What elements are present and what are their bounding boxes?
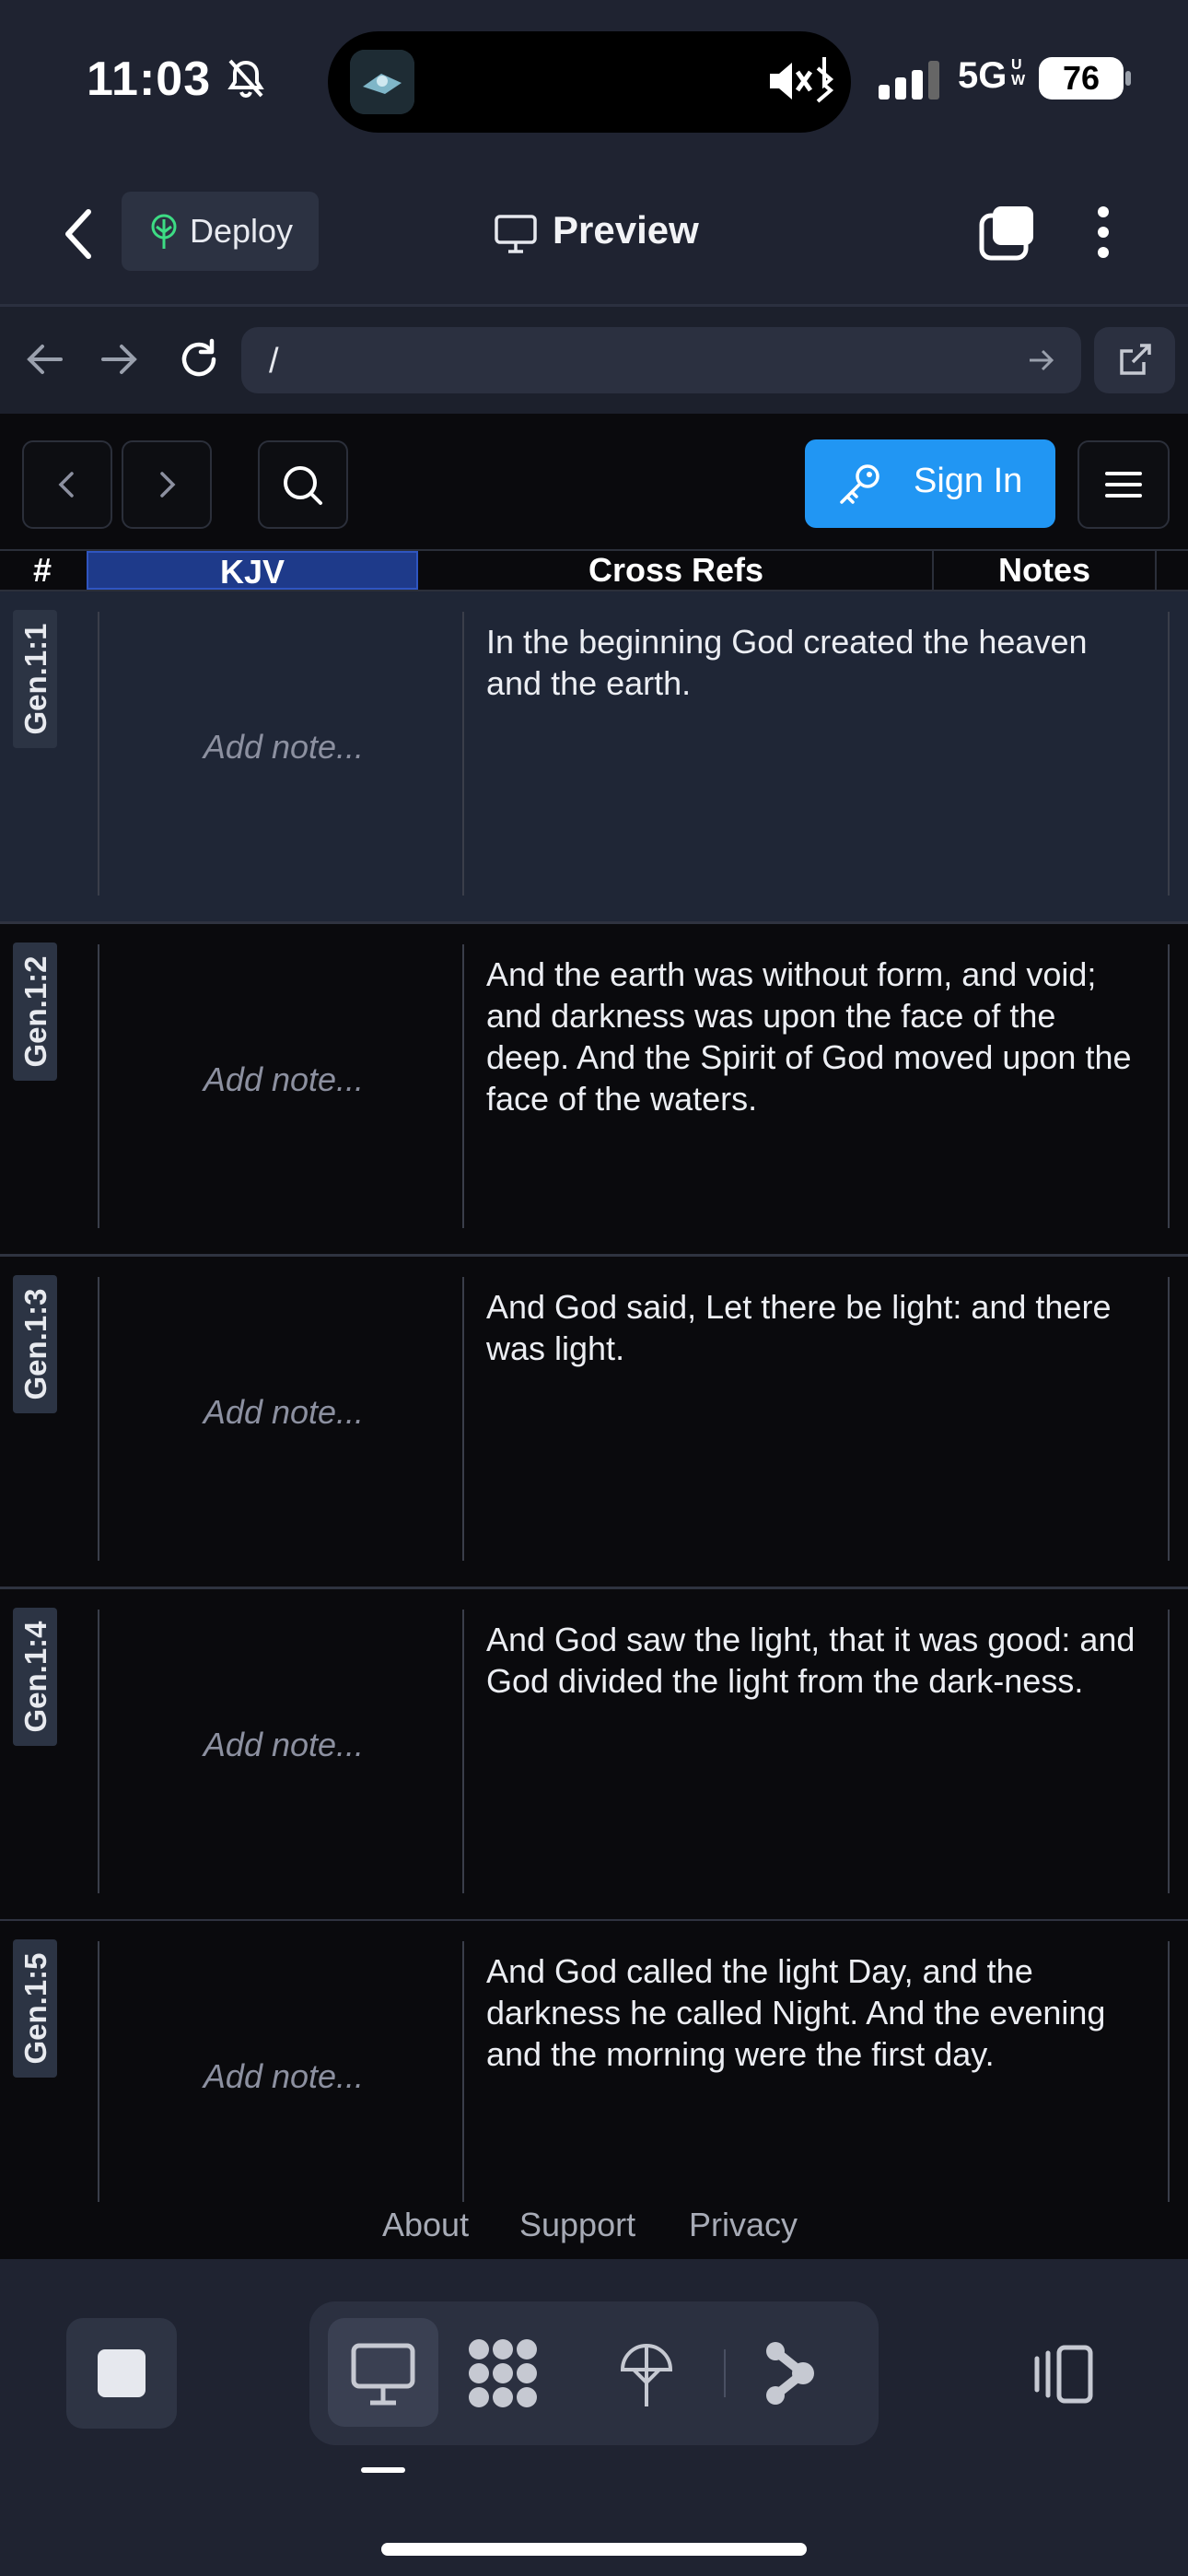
add-note-field[interactable]: Add note...	[103, 1726, 464, 1764]
chevron-left-icon	[58, 472, 74, 498]
arrow-right-icon[interactable]	[99, 341, 140, 382]
column-number: #	[32, 551, 52, 589]
divider	[98, 612, 99, 896]
previous-button[interactable]	[22, 440, 112, 529]
footer-link-about[interactable]: About	[382, 2206, 469, 2244]
speaker-mute-icon	[766, 57, 836, 110]
verse-row[interactable]: Gen.1:2 Add note... And the earth was wi…	[0, 924, 1188, 1257]
more-vertical-icon[interactable]	[1092, 205, 1114, 260]
app-icon	[350, 50, 414, 114]
verse-text: In the beginning God created the heaven …	[486, 623, 1088, 702]
divider	[462, 612, 464, 896]
share-icon[interactable]	[764, 2340, 816, 2411]
verse-row[interactable]: Gen.1:1 Add note... In the beginning God…	[0, 591, 1188, 924]
divider	[724, 2349, 726, 2397]
stop-icon	[98, 2349, 146, 2397]
divider	[1168, 944, 1170, 1228]
back-button[interactable]	[55, 206, 101, 262]
divider	[1168, 1277, 1170, 1561]
desktop-mode-button[interactable]	[328, 2318, 438, 2427]
key-icon	[838, 463, 882, 510]
url-text: /	[269, 342, 279, 381]
divider	[462, 1610, 464, 1893]
open-external-button[interactable]	[1094, 327, 1175, 393]
verse-text: And God said, Let there be light: and th…	[486, 1288, 1112, 1367]
verse-text: And God called the light Day, and the da…	[486, 1952, 1106, 2073]
search-icon	[284, 466, 322, 505]
verse-ref: Gen.1:1	[18, 623, 52, 735]
verse-row[interactable]: Gen.1:3 Add note... And God said, Let th…	[0, 1257, 1188, 1589]
url-input[interactable]: /	[241, 327, 1081, 393]
stop-button[interactable]	[66, 2318, 177, 2429]
verse-ref-tag: Gen.1:1	[13, 610, 57, 748]
verse-text: And God saw the light, that it was good:…	[486, 1621, 1136, 1700]
add-note-field[interactable]: Add note...	[103, 2057, 464, 2096]
verse-ref-tag: Gen.1:5	[13, 1939, 57, 2078]
deploy-tree-icon	[147, 214, 181, 255]
external-link-icon	[1120, 344, 1151, 375]
dynamic-island	[328, 31, 851, 133]
search-button[interactable]	[258, 440, 348, 529]
divider	[462, 944, 464, 1228]
verse-ref-tag: Gen.1:4	[13, 1608, 57, 1746]
desktop-icon	[351, 2343, 415, 2406]
network-subtype: UW	[1011, 57, 1026, 88]
divider	[98, 944, 99, 1228]
verse-ref: Gen.1:2	[18, 955, 52, 1068]
add-note-field[interactable]: Add note...	[103, 1393, 464, 1432]
arrow-left-icon[interactable]	[24, 341, 64, 382]
grid-icon[interactable]	[466, 2336, 540, 2415]
sign-in-label: Sign In	[914, 462, 1023, 500]
monitor-icon	[494, 214, 538, 259]
battery-nub	[1125, 71, 1131, 86]
footer-link-privacy[interactable]: Privacy	[689, 2206, 798, 2244]
footer-link-support[interactable]: Support	[519, 2206, 635, 2244]
battery-level: 76	[1039, 57, 1124, 100]
verse-ref-tag: Gen.1:2	[13, 943, 57, 1081]
divider	[98, 1941, 99, 2202]
status-time: 11:03	[87, 53, 212, 106]
tree-icon[interactable]	[617, 2338, 676, 2413]
divider	[1168, 1610, 1170, 1893]
verse-ref: Gen.1:3	[18, 1288, 52, 1400]
deploy-button[interactable]: Deploy	[122, 192, 319, 271]
chevron-left-icon	[65, 209, 91, 259]
bell-slash-icon	[225, 57, 267, 104]
signal-icon	[879, 61, 945, 104]
next-button[interactable]	[122, 440, 212, 529]
reload-icon[interactable]	[177, 337, 221, 386]
go-arrow-icon[interactable]	[1026, 345, 1057, 380]
sign-in-button[interactable]: Sign In	[805, 439, 1055, 528]
divider	[462, 1277, 464, 1561]
verse-row[interactable]: Gen.1:5 Add note... And God called the l…	[0, 1921, 1188, 2204]
divider	[1168, 612, 1170, 896]
divider	[462, 1941, 464, 2202]
hamburger-icon	[1105, 472, 1142, 498]
verse-ref: Gen.1:4	[18, 1621, 52, 1733]
bluetooth-icon	[816, 57, 834, 103]
page-indicator	[361, 2467, 405, 2473]
column-cross-refs[interactable]: Cross Refs	[420, 551, 934, 590]
add-note-field[interactable]: Add note...	[103, 728, 464, 767]
verse-text: And the earth was without form, and void…	[486, 955, 1132, 1118]
deploy-label: Deploy	[190, 212, 294, 250]
divider	[98, 1610, 99, 1893]
divider	[1168, 1941, 1170, 2202]
verse-row[interactable]: Gen.1:4 Add note... And God saw the ligh…	[0, 1589, 1188, 1922]
menu-button[interactable]	[1077, 440, 1170, 529]
verse-ref: Gen.1:5	[18, 1952, 52, 2065]
preview-title: Preview	[553, 208, 699, 252]
sidebar-toggle-icon[interactable]	[1030, 2344, 1096, 2409]
column-notes[interactable]: Notes	[934, 551, 1157, 590]
home-indicator[interactable]	[381, 2543, 807, 2556]
verse-ref-tag: Gen.1:3	[13, 1275, 57, 1413]
column-kjv[interactable]: KJV	[87, 551, 418, 591]
windows-icon[interactable]	[978, 205, 1037, 266]
column-header: # KJV Cross Refs Notes	[0, 549, 1188, 591]
network-type: 5G	[958, 55, 1007, 96]
divider	[98, 1277, 99, 1561]
add-note-field[interactable]: Add note...	[103, 1060, 464, 1099]
chevron-right-icon	[160, 472, 176, 498]
mode-switcher	[309, 2301, 879, 2445]
